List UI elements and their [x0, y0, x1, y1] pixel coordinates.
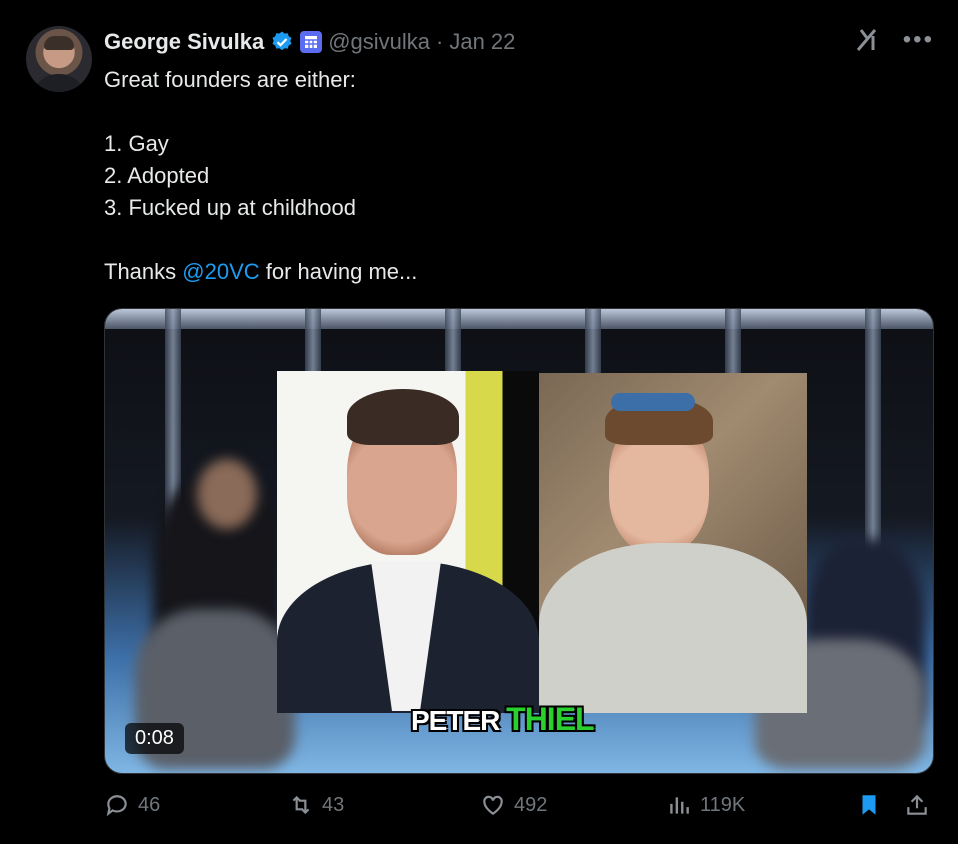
bookmark-button[interactable]	[856, 792, 882, 818]
mention-link[interactable]: @20VC	[182, 259, 259, 284]
grok-icon[interactable]	[853, 26, 881, 54]
repost-icon	[292, 795, 310, 815]
like-button[interactable]: 492	[480, 792, 547, 818]
affiliate-badge-icon[interactable]	[300, 31, 323, 53]
blurred-host-left-head	[197, 459, 257, 529]
photo-sam-altman	[539, 373, 807, 713]
more-icon[interactable]: •••	[903, 26, 934, 54]
repost-button[interactable]: 43	[288, 792, 344, 818]
thanks-line: Thanks @20VC for having me...	[104, 256, 924, 288]
reply-icon	[106, 795, 127, 817]
author-handle[interactable]: @gsivulka	[328, 29, 430, 55]
tshirt-right	[539, 543, 807, 713]
top-right-icons: •••	[853, 26, 934, 54]
caption-word-1: PETER	[411, 705, 500, 736]
avatar-hair	[44, 36, 74, 50]
repost-count: 43	[322, 793, 345, 816]
verified-badge-icon[interactable]	[270, 30, 294, 54]
video-player[interactable]: PETER THIEL 0:08	[104, 308, 934, 774]
like-count: 492	[514, 793, 548, 816]
avatar[interactable]	[26, 26, 92, 92]
hair-left	[347, 389, 459, 445]
views-count: 119K	[700, 793, 746, 816]
sunglasses	[611, 393, 695, 411]
thanks-suffix: for having me...	[259, 259, 418, 284]
tweet-header: George Sivulka @gsivulka · Jan 22	[104, 24, 515, 60]
views-button[interactable]: 119K	[666, 792, 745, 818]
video-caption: PETER THIEL	[411, 701, 595, 738]
reply-button[interactable]: 46	[104, 792, 160, 818]
photo-peter-thiel	[277, 371, 539, 713]
tweet-line-1: Great founders are either:	[104, 67, 356, 92]
action-bar: 46 43 492 119K	[104, 792, 932, 826]
avatar-shirt	[32, 74, 86, 92]
separator-dot: ·	[436, 29, 444, 54]
views-icon	[670, 797, 689, 814]
list-item-1: 1. Gay	[104, 131, 169, 156]
thanks-prefix: Thanks	[104, 259, 183, 284]
share-button[interactable]	[904, 792, 930, 818]
author-name[interactable]: George Sivulka	[104, 29, 264, 55]
list-item-3: 3. Fucked up at childhood	[104, 195, 356, 220]
grid-icon	[305, 36, 318, 48]
stage-light	[105, 309, 933, 329]
tweet-date[interactable]: Jan 22	[449, 29, 515, 55]
list-item-2: 2. Adopted	[104, 163, 210, 188]
like-icon	[483, 795, 503, 815]
video-duration: 0:08	[125, 723, 184, 754]
share-icon	[907, 794, 927, 815]
bookmark-icon	[862, 795, 876, 815]
caption-word-2: THIEL	[506, 701, 594, 737]
tweet-text: Great founders are either: 1. Gay 2. Ado…	[104, 64, 924, 288]
reply-count: 46	[138, 793, 161, 816]
